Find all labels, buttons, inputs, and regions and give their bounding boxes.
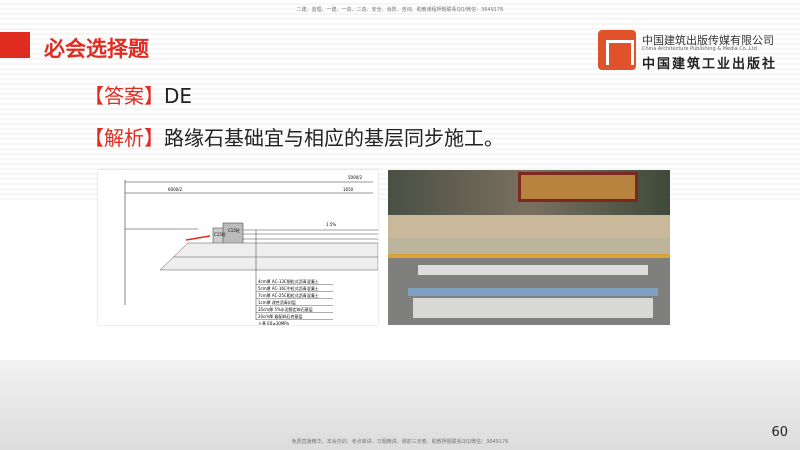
publisher-logo: 中国建筑出版传媒有限公司 China Architecture Publishi…: [598, 30, 798, 72]
dim-left: 6000/2: [168, 187, 183, 192]
logo-name-cn2: 中国建筑工业出版社: [642, 57, 778, 72]
layer-label: 1cm厚 改性沥青封层: [258, 299, 296, 305]
explanation-line: 【解析】路缘石基础宜与相应的基层同步施工。: [84, 122, 504, 151]
top-note: 二建、监理、一建、一造、二造、安全、消防、咨询、助教课程押题联系QQ/微信：36…: [296, 7, 504, 13]
logo-icon: [598, 30, 636, 70]
logo-name-en: China Architecture Publishing & Media Co…: [642, 46, 757, 52]
layer-label: 4cm厚 AC-13C细粒式沥青混凝土: [258, 278, 319, 284]
layer-label: 20cm厚 级配碎石底基层: [258, 313, 302, 319]
slope-label: 1.5%: [326, 222, 336, 227]
layer-label: 35cm厚 5%水泥稳定碎石基层: [258, 306, 313, 312]
curb-label-1: C15砼: [214, 231, 226, 237]
footer-note: 免费直播精华、本会内训、考点串讲、习题精讲、课前三天卷、助教押题联系QQ/微信：…: [291, 439, 509, 445]
dim-total: 5000/2: [348, 175, 363, 180]
layer-label: 7cm厚 AC-25C粗粒式沥青混凝土: [258, 292, 319, 298]
answer-label: 【答案】: [84, 84, 164, 108]
dim-right: 1650: [343, 187, 354, 192]
curb-section-diagram: 5000/2 6000/2 1650 C15砼 C15砼 1.5% 4cm厚 A…: [98, 170, 379, 327]
explain-label: 【解析】: [84, 126, 164, 150]
layer-label: 5cm厚 AC-16C中粒式沥青混凝土: [258, 285, 319, 291]
title-accent-bar: [0, 32, 30, 58]
curb-label-2: C15砼: [228, 227, 240, 233]
answer-line: 【答案】DE: [84, 80, 192, 109]
page-number: 60: [771, 425, 788, 440]
layer-label: 土基 E0≥30MPa: [258, 320, 289, 325]
slide-title: 必会选择题: [44, 37, 149, 61]
curb-site-photo: [388, 170, 670, 325]
floor-background: [0, 360, 800, 450]
explain-text: 路缘石基础宜与相应的基层同步施工。: [164, 126, 504, 150]
answer-value: DE: [164, 84, 193, 108]
